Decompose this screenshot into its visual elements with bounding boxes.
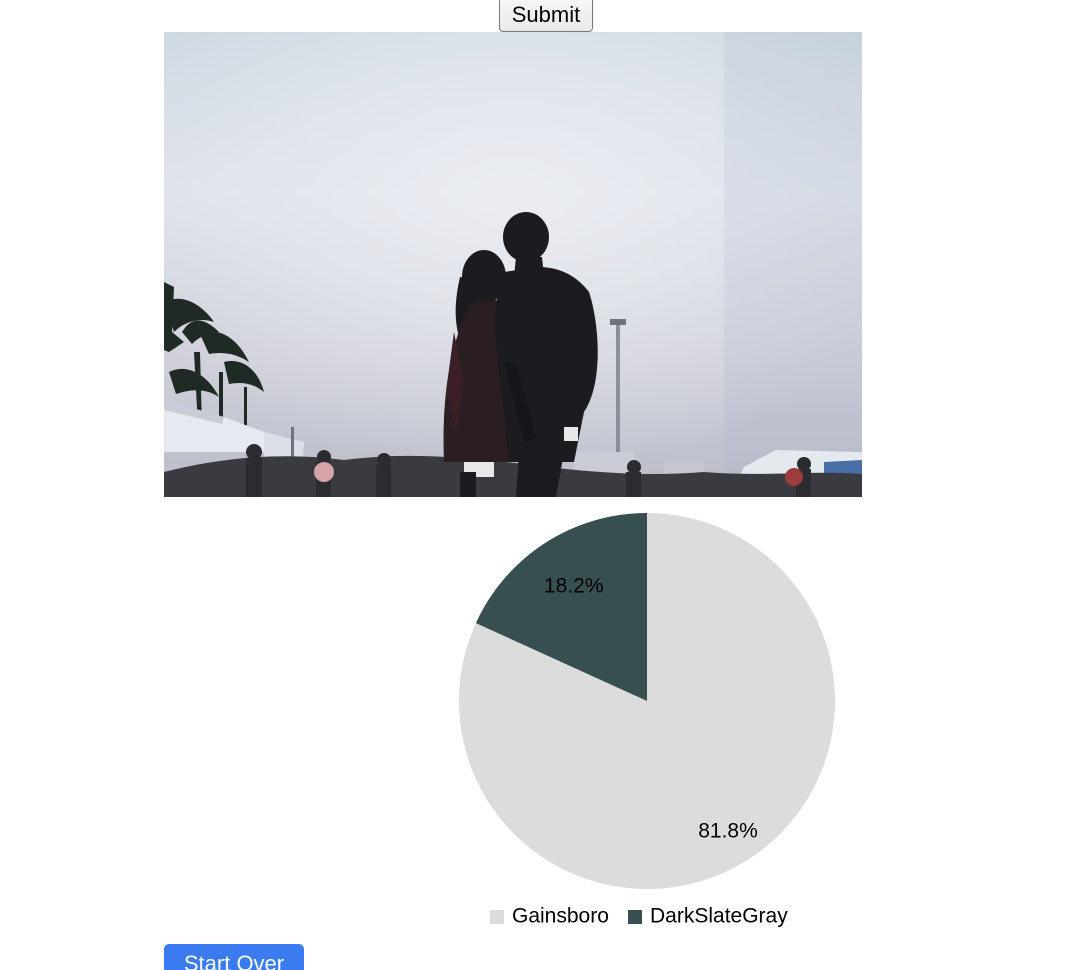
pie-label-gainsboro: 81.8% xyxy=(698,820,758,843)
legend-label-gainsboro: Gainsboro xyxy=(512,905,609,928)
start-over-button[interactable]: Start Over xyxy=(164,944,304,970)
legend-swatch-gainsboro xyxy=(490,910,504,924)
uploaded-photo xyxy=(164,32,862,497)
legend-label-darkslategray: DarkSlateGray xyxy=(650,905,788,928)
pie-chart-svg: 81.8% 18.2% Gainsboro DarkSlateGray xyxy=(458,513,835,928)
pie-label-darkslategray: 18.2% xyxy=(544,575,604,598)
submit-button[interactable]: Submit xyxy=(499,0,593,32)
pie-chart: 81.8% 18.2% Gainsboro DarkSlateGray xyxy=(430,505,870,940)
legend-swatch-darkslategray xyxy=(628,910,642,924)
